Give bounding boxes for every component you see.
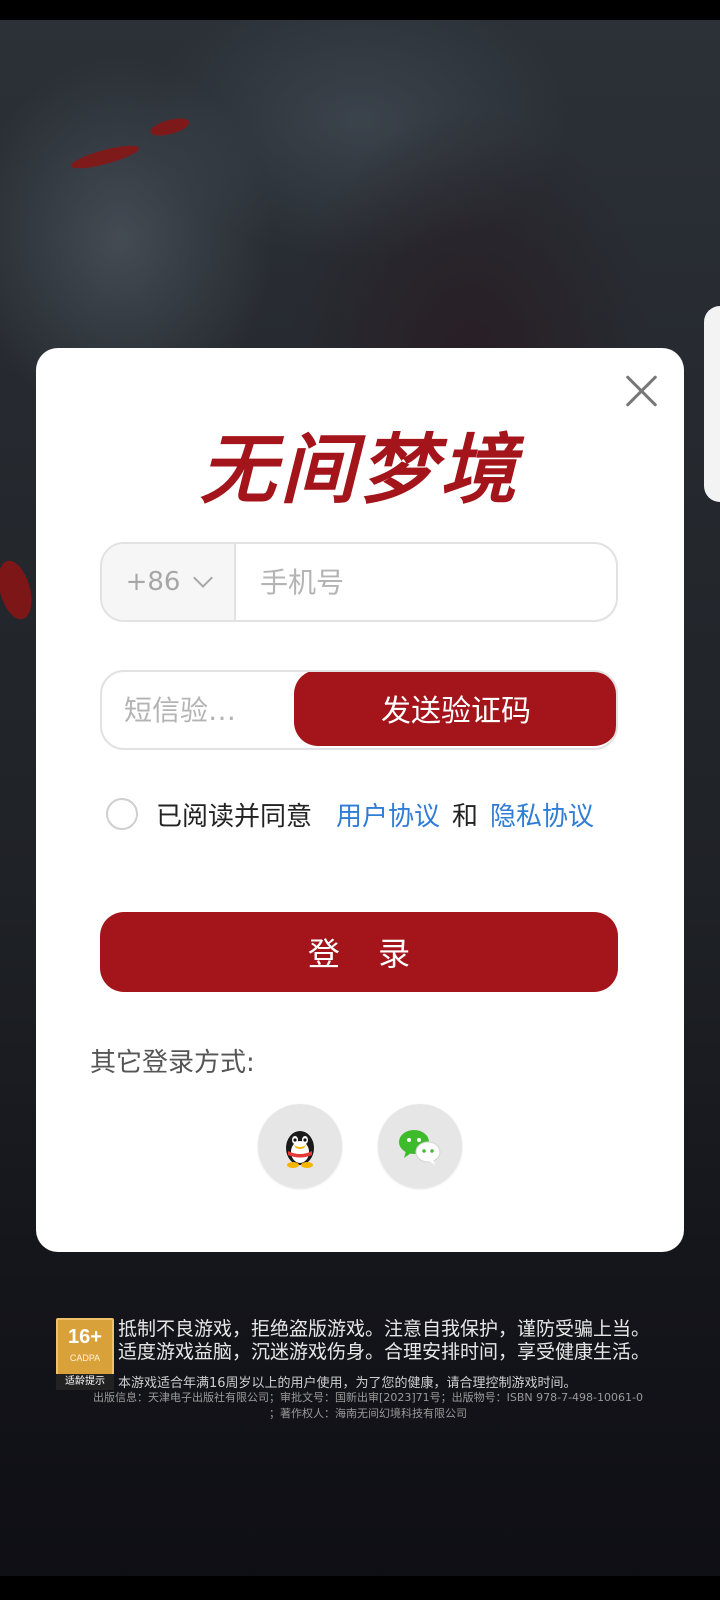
age-rating-number: 16+ <box>68 1326 102 1348</box>
user-agreement-link[interactable]: 用户协议 <box>336 796 440 833</box>
chevron-down-icon <box>193 568 214 588</box>
red-splash-decoration <box>69 141 141 173</box>
status-bar <box>0 0 720 20</box>
wechat-icon <box>399 1130 441 1165</box>
red-splash-decoration <box>148 115 192 139</box>
age-notice: 本游戏适合年满16周岁以上的用户使用，为了您的健康，请合理控制游戏时间。 <box>118 1376 577 1391</box>
pub-line-2: ；著作权人：海南无间幻境科技有限公司 <box>269 1407 467 1420</box>
agree-text: 已阅读并同意 <box>156 801 313 832</box>
country-code-label: +86 <box>125 567 181 597</box>
qq-login-button[interactable] <box>258 1104 342 1188</box>
age-rating-org: CADPA <box>69 1353 101 1363</box>
country-code-selector[interactable]: +86 <box>102 544 236 620</box>
age-tip-label: 适龄提示 <box>56 1374 114 1390</box>
phone-input-row: +86 <box>100 542 618 622</box>
age-rating-badge: 16+ CADPA 适龄提示 <box>56 1318 114 1390</box>
privacy-policy-link[interactable]: 隐私协议 <box>490 796 594 833</box>
send-code-button[interactable]: 发送验证码 <box>294 672 616 746</box>
agreement-row: 已阅读并同意 用户协议 和 隐私协议 <box>106 796 594 832</box>
close-button[interactable] <box>620 370 662 412</box>
other-login-label: 其它登录方式: <box>90 1048 255 1078</box>
game-logo: 无间梦境 <box>200 425 520 514</box>
slogan-line-2: 适度游戏益脑，沉迷游戏伤身。合理安排时间，享受健康生活。 <box>118 1341 651 1363</box>
health-slogan: 抵制不良游戏，拒绝盗版游戏。注意自我保护，谨防受骗上当。 适度游戏益脑，沉迷游戏… <box>118 1318 650 1364</box>
qq-penguin-icon <box>286 1131 314 1168</box>
side-float-tab[interactable] <box>704 306 720 502</box>
agree-radio[interactable] <box>106 798 138 830</box>
login-button[interactable]: 登 录 <box>100 912 618 992</box>
and-text: 和 <box>452 801 479 832</box>
sms-code-input[interactable] <box>102 672 294 748</box>
pub-line-1: 出版信息：天津电子出版社有限公司；审批文号：国新出审[2023]71号；出版物号… <box>93 1391 643 1404</box>
login-dialog: 无间梦境 +86 发送验证码 已阅读并同意 用户协议 和 隐私协议 登 录 其它… <box>36 348 684 1252</box>
sms-code-row: 发送验证码 <box>100 670 618 750</box>
phone-number-input[interactable] <box>236 544 616 620</box>
wechat-login-button[interactable] <box>378 1104 462 1188</box>
publication-info: 出版信息：天津电子出版社有限公司；审批文号：国新出审[2023]71号；出版物号… <box>58 1390 678 1422</box>
navigation-bar <box>0 1576 720 1600</box>
red-splash-decoration <box>0 557 38 623</box>
slogan-line-1: 抵制不良游戏，拒绝盗版游戏。注意自我保护，谨防受骗上当。 <box>118 1318 651 1340</box>
